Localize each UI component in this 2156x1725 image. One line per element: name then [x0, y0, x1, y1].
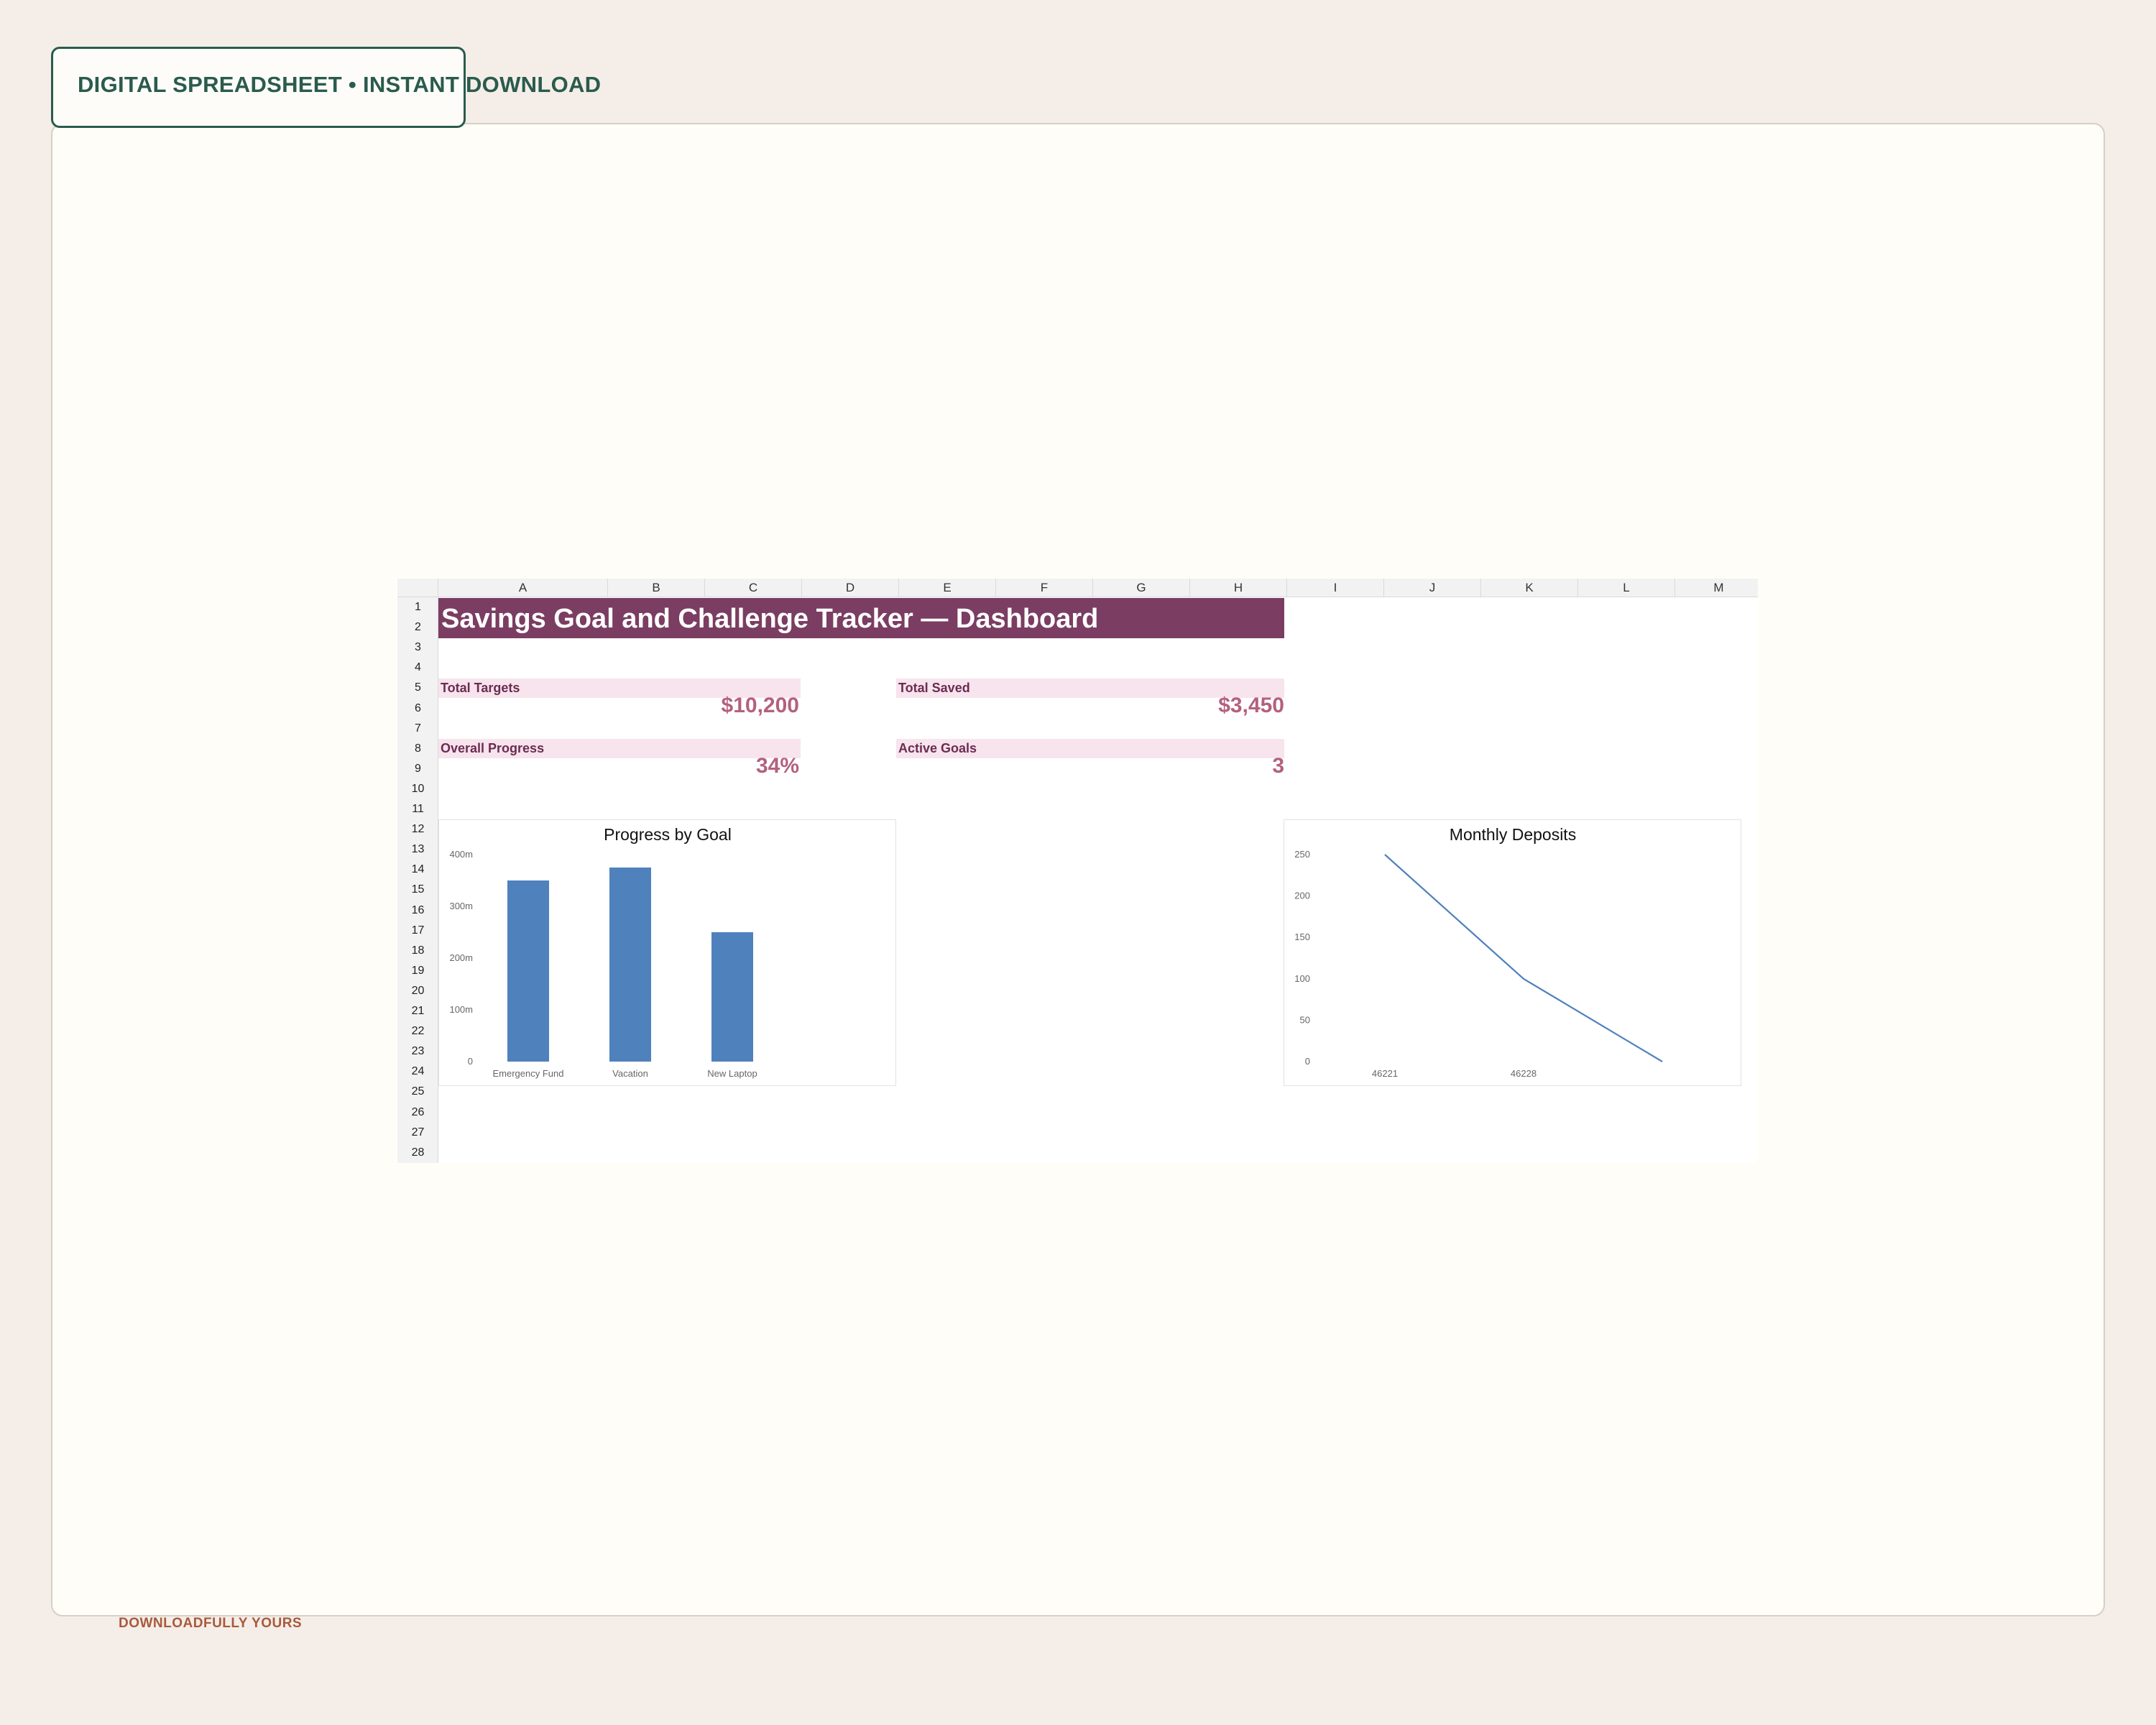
column-header[interactable]: C	[705, 579, 802, 597]
row-header[interactable]: 18	[397, 941, 438, 961]
active-goals-value: 3	[1272, 754, 1284, 778]
column-header[interactable]: D	[802, 579, 899, 597]
column-header[interactable]: A	[438, 579, 608, 597]
progress-by-goal-plot: Progress by Goal 0 100m 200m 300m 400m Emergen…	[449, 825, 757, 1079]
y-tick-label: 100m	[449, 1004, 473, 1015]
row-headers: 1 2 3 4 5 6 7 8 9 10 11 12 13 14 15 16 17 18 19 20 21 22 23 24 2…	[397, 597, 438, 1163]
y-tick-label: 200	[1294, 891, 1310, 901]
column-header[interactable]: K	[1481, 579, 1578, 597]
row-header[interactable]: 22	[397, 1021, 438, 1041]
spreadsheet: ABCDEFGHIJKLM 1 2 3 4 5 6 7 8 9 10 11 12 13 14 15 16 17 1…	[397, 579, 1758, 1163]
row-header[interactable]: 3	[397, 638, 438, 658]
row-header[interactable]: 28	[397, 1143, 438, 1163]
monthly-deposits-plot: Monthly Deposits 0 50 100 150 200 250 46221 4622…	[1294, 825, 1663, 1079]
x-tick-label: Vacation	[612, 1068, 648, 1079]
column-header[interactable]: H	[1190, 579, 1287, 597]
y-tick-label: 50	[1300, 1014, 1310, 1025]
y-tick-label: 0	[1305, 1056, 1310, 1067]
row-header[interactable]: 19	[397, 961, 438, 981]
progress-by-goal-chart[interactable]: Progress by Goal 0 100m 200m 300m 400m Emergen…	[438, 819, 896, 1086]
chart-title: Monthly Deposits	[1450, 825, 1576, 844]
row-header[interactable]: 2	[397, 617, 438, 638]
column-header[interactable]: F	[996, 579, 1093, 597]
series-line	[1384, 854, 1663, 1062]
column-header[interactable]: M	[1675, 579, 1758, 597]
row-header[interactable]: 8	[397, 739, 438, 759]
x-tick-label: 46221	[1372, 1068, 1398, 1079]
y-tick-label: 150	[1294, 932, 1310, 942]
column-header[interactable]: L	[1578, 579, 1675, 597]
row-header[interactable]: 17	[397, 921, 438, 941]
row-header[interactable]: 5	[397, 678, 438, 698]
y-tick-label: 300m	[449, 901, 473, 911]
column-header[interactable]: E	[899, 579, 996, 597]
row-header[interactable]: 24	[397, 1062, 438, 1082]
row-header[interactable]: 13	[397, 840, 438, 860]
total-saved-value: $3,450	[1218, 694, 1284, 717]
x-tick-label: Emergency Fund	[493, 1068, 564, 1079]
badge-label: DIGITAL SPREADSHEET • INSTANT DOWNLOAD	[78, 72, 602, 97]
bar	[711, 932, 753, 1062]
total-targets-value: $10,200	[721, 694, 799, 717]
x-tick-label: New Laptop	[707, 1068, 757, 1079]
row-header[interactable]: 12	[397, 819, 438, 840]
bar	[609, 868, 651, 1062]
row-header[interactable]: 1	[397, 597, 438, 617]
bar	[507, 880, 549, 1062]
row-header[interactable]: 20	[397, 981, 438, 1001]
row-header[interactable]: 11	[397, 799, 438, 819]
y-tick-label: 0	[468, 1056, 473, 1067]
y-tick-label: 200m	[449, 952, 473, 963]
monthly-deposits-chart[interactable]: Monthly Deposits 0 50 100 150 200 250 46221 4622…	[1284, 819, 1741, 1086]
row-header[interactable]: 26	[397, 1103, 438, 1123]
row-header[interactable]: 4	[397, 658, 438, 678]
column-header[interactable]: J	[1384, 579, 1481, 597]
column-header[interactable]: I	[1287, 579, 1384, 597]
footer-brand: DOWNLOADFULLY YOURS	[119, 1616, 303, 1631]
row-header[interactable]: 7	[397, 719, 438, 739]
row-header[interactable]: 14	[397, 860, 438, 880]
chart-title: Progress by Goal	[604, 825, 732, 844]
row-header[interactable]: 15	[397, 880, 438, 900]
column-header[interactable]: G	[1093, 579, 1190, 597]
select-all-corner[interactable]	[397, 579, 438, 597]
dashboard-title-band: Savings Goal and Challenge Tracker — Das…	[438, 598, 1284, 638]
overall-progress-value: 34%	[755, 754, 799, 778]
row-header[interactable]: 27	[397, 1123, 438, 1143]
y-tick-label: 100	[1294, 973, 1310, 984]
row-header[interactable]: 10	[397, 779, 438, 799]
row-header[interactable]: 9	[397, 759, 438, 779]
row-header[interactable]: 6	[397, 699, 438, 719]
row-header[interactable]: 21	[397, 1001, 438, 1021]
row-header[interactable]: 23	[397, 1041, 438, 1062]
x-tick-label: 46228	[1511, 1068, 1537, 1079]
y-tick-label: 400m	[449, 849, 473, 860]
download-badge: DIGITAL SPREADSHEET • INSTANT DOWNLOAD	[51, 47, 601, 128]
column-header[interactable]: B	[608, 579, 705, 597]
row-header[interactable]: 25	[397, 1082, 438, 1102]
dashboard-title: Savings Goal and Challenge Tracker — Das…	[441, 604, 1099, 634]
y-tick-label: 250	[1294, 849, 1310, 860]
row-header[interactable]: 16	[397, 901, 438, 921]
